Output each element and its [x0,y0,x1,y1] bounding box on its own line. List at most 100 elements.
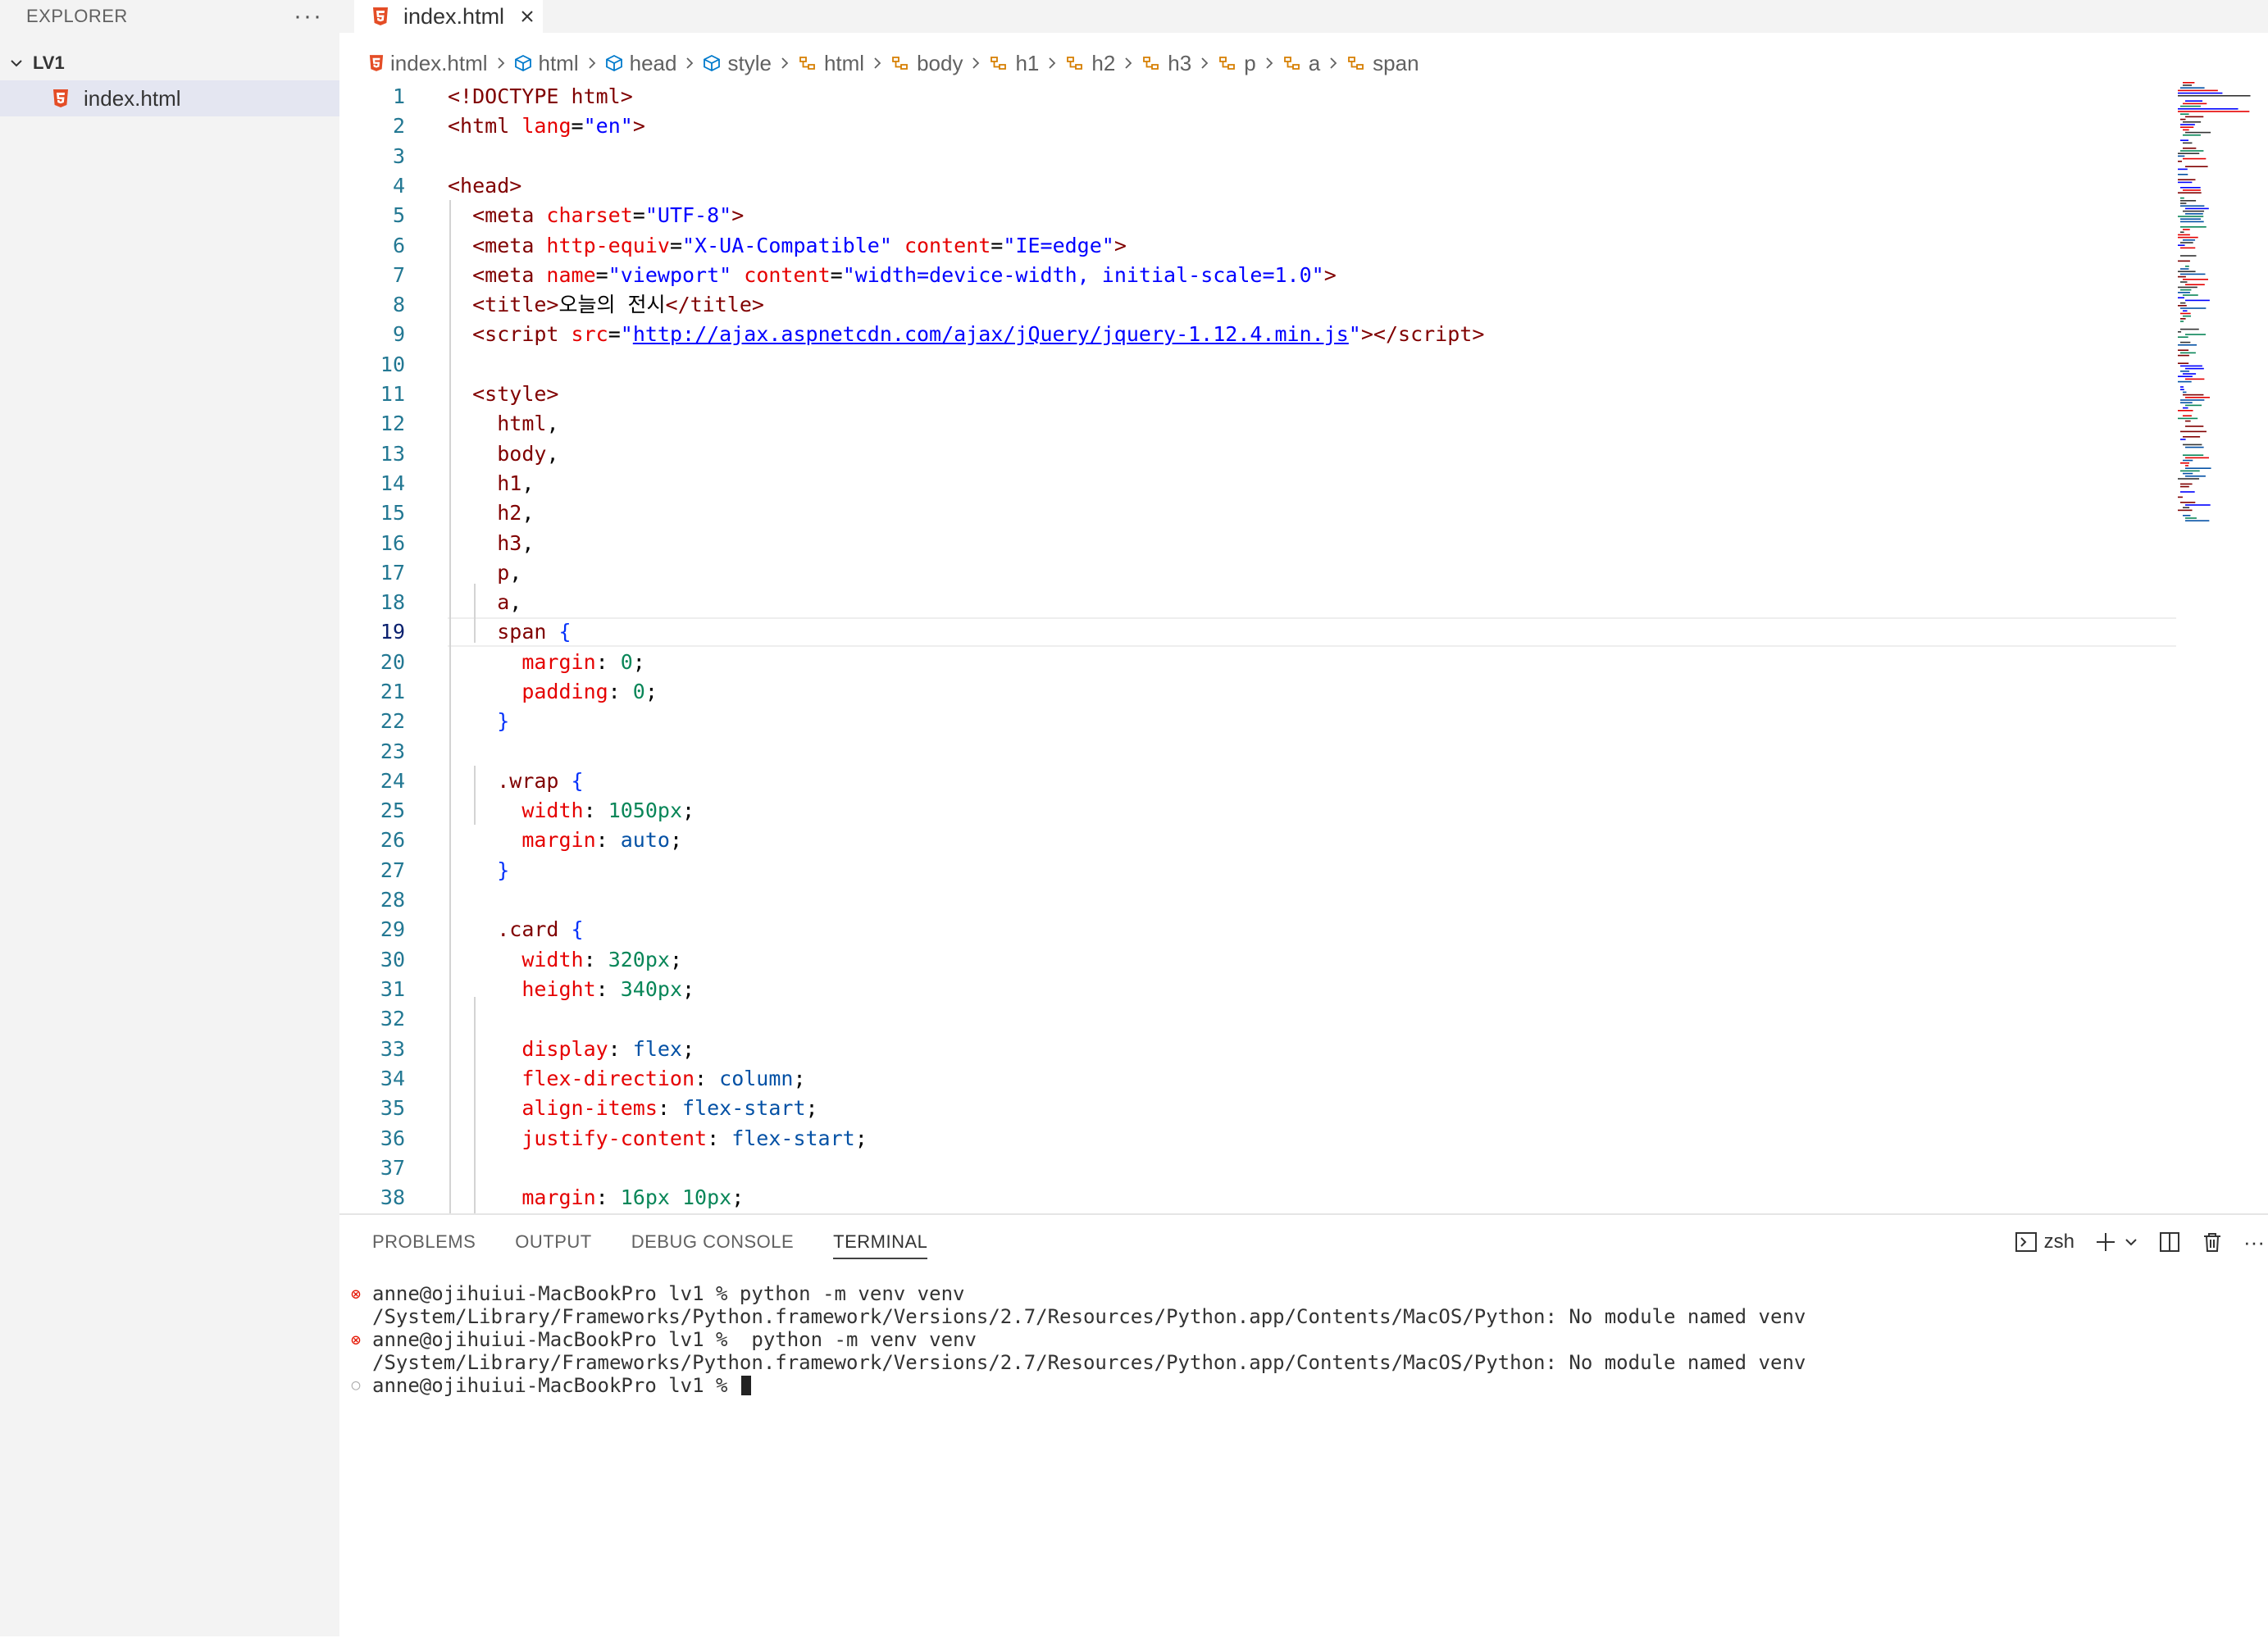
code-line[interactable]: 18 a, [339,588,2176,617]
code-line[interactable]: 36 justify-content: flex-start; [339,1124,2176,1153]
line-number: 14 [380,471,405,495]
minimap-line [2180,139,2189,141]
minimap-line [2180,485,2189,488]
minimap-line [2178,168,2188,171]
tab-output[interactable]: OUTPUT [515,1215,591,1269]
code-line[interactable]: 23 [339,737,2176,767]
folder-lv1[interactable]: LV1 [0,48,339,79]
minimap-line [2185,284,2205,285]
code-line[interactable]: 2 <html lang="en"> [339,111,2176,141]
code-line[interactable]: 16 h3, [339,529,2176,558]
breadcrumb-item-html[interactable]: html [798,51,864,76]
breadcrumb-item-body[interactable]: body [890,51,963,76]
code-line[interactable]: 10 [339,350,2176,380]
code-line[interactable]: 5 <meta charset="UTF-8"> [339,201,2176,230]
breadcrumb-item-index-html[interactable]: index.html [369,51,488,76]
code-line[interactable]: 11 <style> [339,380,2176,409]
code-line[interactable]: 6 <meta http-equiv="X-UA-Compatible" con… [339,231,2176,261]
code-line[interactable]: 3 [339,142,2176,171]
code-line[interactable]: 29 .card { [339,915,2176,944]
code-line[interactable]: 28 [339,885,2176,915]
code-line[interactable]: 26 margin: auto; [339,826,2176,855]
tab-debug-console[interactable]: DEBUG CONSOLE [631,1215,794,1269]
minimap-line [2178,111,2250,112]
file-item-index-html[interactable]: index.html [0,80,339,116]
chevron-right-icon [1200,57,1209,70]
code-line[interactable]: 25 width: 1050px; [339,796,2176,826]
breadcrumb-item-style[interactable]: style [703,51,772,76]
minimap-line [2183,444,2202,446]
circle-outline-icon[interactable]: ○ [348,1374,364,1397]
error-circle-icon[interactable]: ⊗ [348,1328,364,1351]
bottom-panel: PROBLEMS OUTPUT DEBUG CONSOLE TERMINAL z… [339,1213,2268,1638]
line-number: 5 [392,203,405,227]
terminal-output[interactable]: ⊗ anne@ojihuiui-MacBookPro lv1 % python -… [339,1282,2268,1397]
code-line[interactable]: 33 display: flex; [339,1035,2176,1064]
line-number: 34 [380,1067,405,1090]
code-line[interactable]: 37 [339,1153,2176,1183]
code-line[interactable]: 27 } [339,856,2176,885]
minimap-line [2183,129,2189,131]
line-number: 30 [380,948,405,971]
code-line[interactable]: 32 [339,1004,2176,1034]
minimap-line [2180,281,2188,283]
minimap-line [2180,126,2194,128]
code-editor[interactable]: 1 <!DOCTYPE html> 2 <html lang="en"> 3 4 <head… [339,82,2176,1213]
code-line[interactable]: 7 <meta name="viewport" content="width=d… [339,261,2176,290]
code-line[interactable]: 1 <!DOCTYPE html> [339,82,2176,111]
code-line[interactable]: 20 margin: 0; [339,648,2176,677]
line-number: 33 [380,1037,405,1061]
breadcrumb-item-html[interactable]: html [514,51,579,76]
code-line[interactable]: 13 body, [339,439,2176,469]
minimap-line [2178,354,2189,357]
breadcrumb-item-a[interactable]: a [1282,51,1320,76]
tab-terminal[interactable]: TERMINAL [833,1215,928,1269]
code-line[interactable]: 35 align-items: flex-start; [339,1094,2176,1123]
code-line[interactable]: 38 margin: 16px 10px; [339,1183,2176,1213]
code-line[interactable]: 9 <script src="http://ajax.aspnetcdn.com… [339,320,2176,349]
error-circle-icon[interactable]: ⊗ [348,1282,364,1305]
code-line[interactable]: 17 p, [339,558,2176,588]
code-text: display: flex; [521,1037,695,1061]
close-icon[interactable] [519,8,535,25]
code-line[interactable]: 12 html, [339,409,2176,439]
code-line[interactable]: 30 width: 320px; [339,945,2176,975]
terminal-line: ○ anne@ojihuiui-MacBookPro lv1 % [339,1374,2268,1397]
code-line[interactable]: 8 <title>오늘의 전시</title> [339,290,2176,320]
minimap-line [2178,478,2200,480]
terminal-line: /System/Library/Frameworks/Python.framew… [339,1305,2268,1328]
minimap-line [2180,402,2193,403]
code-line[interactable]: 34 flex-direction: column; [339,1064,2176,1094]
minimap[interactable] [2176,79,2268,538]
tab-index-html[interactable]: index.html [354,0,543,33]
breadcrumb-item-h2[interactable]: h2 [1065,51,1115,76]
code-line[interactable]: 14 h1, [339,469,2176,498]
new-terminal-button[interactable] [2094,1231,2138,1254]
terminal-shell-selector[interactable]: zsh [2015,1231,2074,1254]
line-number: 35 [380,1096,405,1120]
code-line[interactable]: 4 <head> [339,171,2176,201]
code-line[interactable]: 24 .wrap { [339,767,2176,796]
terminal-text: /System/Library/Frameworks/Python.framew… [372,1305,1806,1328]
breadcrumb-item-span[interactable]: span [1346,51,1419,76]
more-actions-icon[interactable]: ··· [294,4,323,29]
breadcrumb-item-h3[interactable]: h3 [1141,51,1191,76]
breadcrumb-item-h1[interactable]: h1 [989,51,1039,76]
code-line[interactable]: 21 padding: 0; [339,677,2176,707]
breadcrumb-item-head[interactable]: head [605,51,676,76]
code-line[interactable]: 22 } [339,707,2176,736]
terminal-line: ⊗ anne@ojihuiui-MacBookPro lv1 % python -… [339,1282,2268,1305]
code-line[interactable]: 31 height: 340px; [339,975,2176,1004]
symbol-tag-icon [798,54,824,72]
breadcrumb-item-p[interactable]: p [1218,51,1256,76]
split-terminal-button[interactable] [2158,1231,2181,1254]
more-panel-actions[interactable]: ··· [2243,1230,2265,1255]
minimap-line [2180,352,2196,354]
code-line[interactable]: 15 h2, [339,498,2176,528]
symbol-cube-icon [514,54,539,72]
tab-problems[interactable]: PROBLEMS [372,1215,476,1269]
code-line[interactable]: 19 span { [339,617,2176,647]
chevron-down-icon [0,56,33,71]
symbol-tag-icon [1065,54,1091,72]
kill-terminal-button[interactable] [2201,1231,2224,1254]
